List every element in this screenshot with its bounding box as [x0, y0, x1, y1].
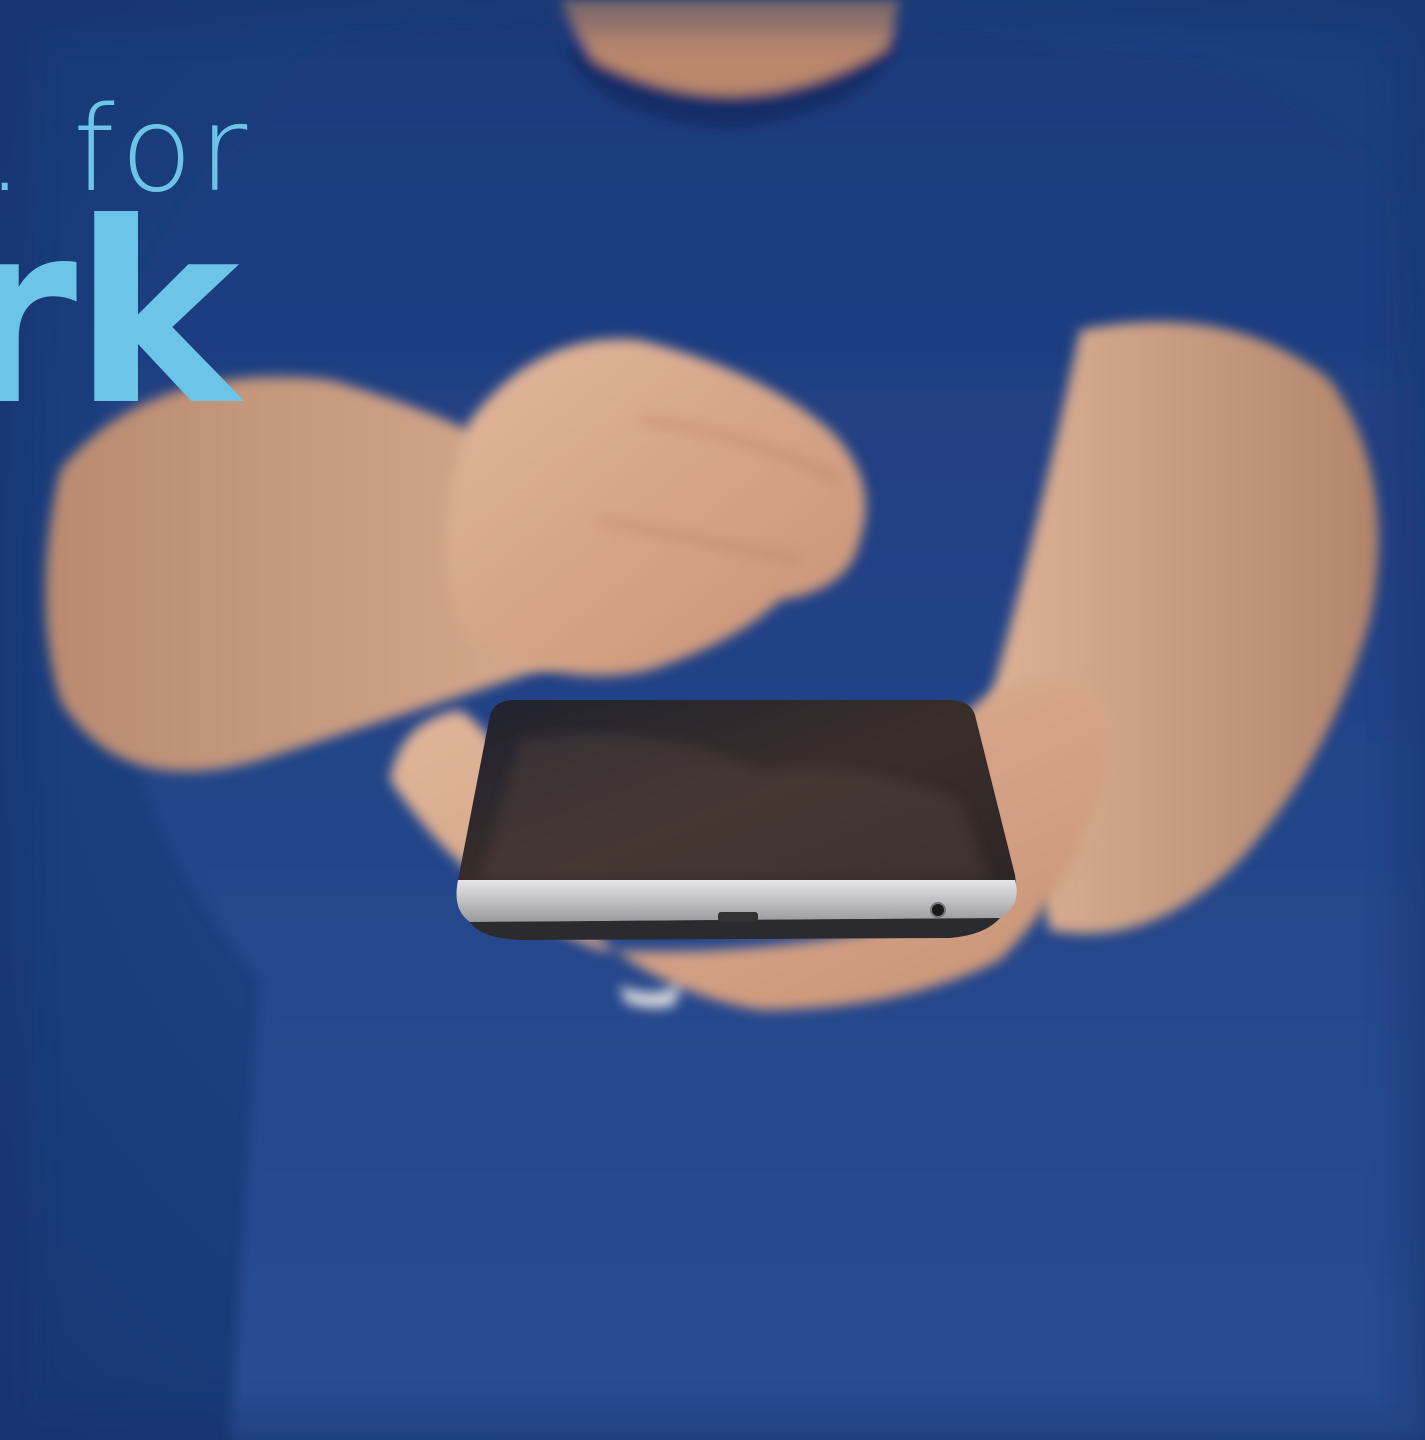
micro-usb-port-icon [718, 912, 758, 922]
photo-illustration [0, 0, 1425, 1440]
hero-image: . for rk [0, 0, 1425, 1440]
headphone-jack-icon [930, 902, 946, 918]
tablet-device [456, 700, 1017, 940]
